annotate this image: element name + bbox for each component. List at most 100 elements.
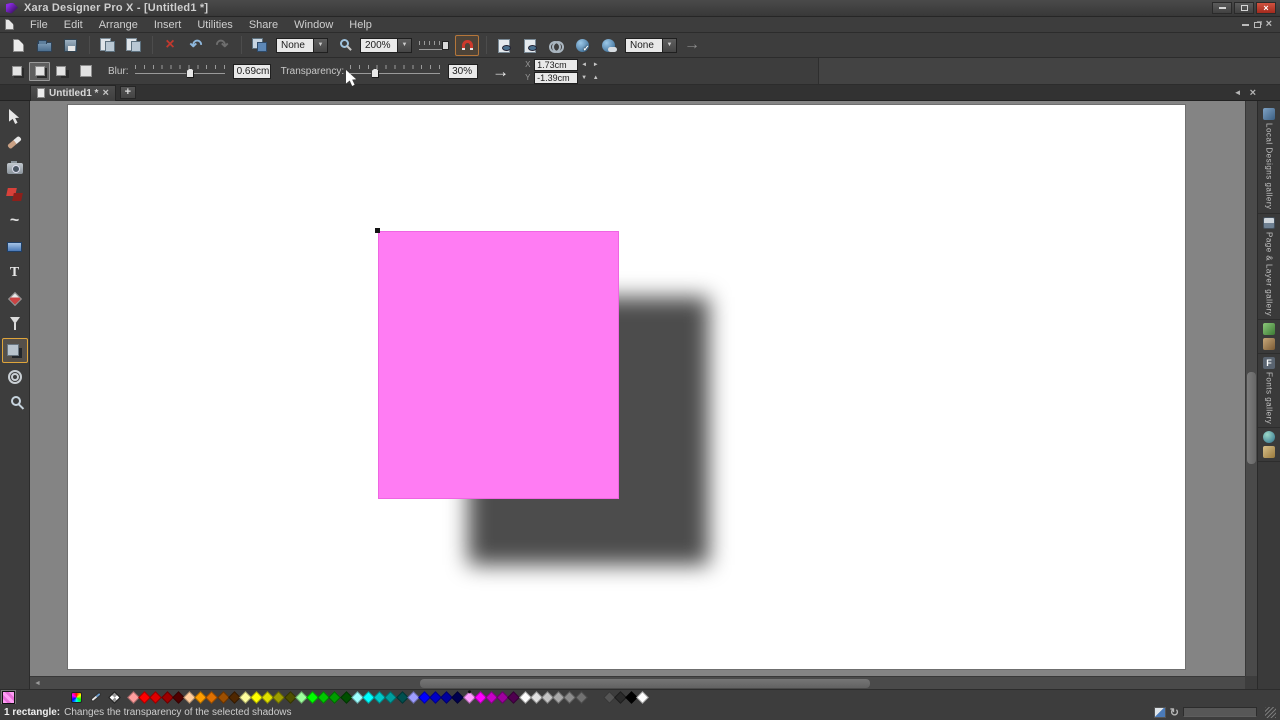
- contour-tool[interactable]: [2, 364, 28, 389]
- page-layer-gallery-icon: [1263, 217, 1275, 229]
- zoom-tool[interactable]: [2, 390, 28, 415]
- shape-tool[interactable]: [2, 182, 28, 207]
- web-publish-button[interactable]: [596, 35, 620, 56]
- new-document-button[interactable]: [6, 35, 30, 56]
- shadow-tool[interactable]: [2, 338, 28, 363]
- no-shadow-button[interactable]: [6, 62, 27, 81]
- tabbar-close-icon[interactable]: ×: [1250, 87, 1256, 99]
- transparency-tool[interactable]: [2, 312, 28, 337]
- shape-editor-tool[interactable]: ~: [2, 208, 28, 233]
- paint-tool[interactable]: [2, 130, 28, 155]
- doc-minimize-icon[interactable]: [1242, 24, 1249, 26]
- no-color-swatch[interactable]: [108, 691, 121, 704]
- color-picker-icon[interactable]: [90, 692, 102, 703]
- line-width-combo[interactable]: None ▼: [276, 38, 328, 53]
- blur-slider[interactable]: [135, 63, 225, 79]
- transparency-slider[interactable]: [350, 63, 440, 79]
- horizontal-scrollbar[interactable]: ◄: [30, 676, 1245, 689]
- menu-items: FileEditArrangeInsertUtilitiesShareWindo…: [22, 19, 380, 31]
- selection-handle[interactable]: [375, 228, 380, 233]
- magnet-icon: [462, 40, 473, 50]
- blur-value-field[interactable]: 0.69cm: [233, 64, 271, 79]
- redo-button[interactable]: ↷: [210, 35, 234, 56]
- menu-item[interactable]: Window: [286, 19, 341, 31]
- hyperlink-button[interactable]: [544, 35, 568, 56]
- rectangle-tool[interactable]: [2, 234, 28, 259]
- horizontal-scrollbar-thumb[interactable]: [420, 679, 870, 688]
- maximize-button[interactable]: [1234, 2, 1254, 14]
- blur-slider-handle[interactable]: [186, 68, 194, 78]
- floor-shadow-button[interactable]: [52, 62, 73, 81]
- y-offset-field[interactable]: -1.39cm: [534, 72, 578, 84]
- y-offset-spinner[interactable]: ▼ ▲: [581, 75, 601, 81]
- local-designs-gallery-tab[interactable]: Local Designs gallery: [1258, 105, 1280, 214]
- selector-tool[interactable]: [2, 104, 28, 129]
- preview-button[interactable]: [518, 35, 542, 56]
- current-fill-swatch[interactable]: [2, 691, 15, 704]
- go-button[interactable]: →: [680, 35, 704, 56]
- glow-shadow-button[interactable]: [75, 62, 96, 81]
- open-button[interactable]: [32, 35, 56, 56]
- solid-view-button[interactable]: [492, 35, 516, 56]
- zoom-level-combo[interactable]: 200% ▼: [360, 38, 412, 53]
- save-button[interactable]: [58, 35, 82, 56]
- zoom-level-value[interactable]: 200%: [360, 38, 398, 53]
- new-tab-button[interactable]: +: [120, 86, 136, 99]
- export-preset-combo[interactable]: None ▼: [625, 38, 677, 53]
- menu-item[interactable]: Utilities: [189, 19, 240, 31]
- feather-control[interactable]: [415, 35, 453, 56]
- pink-rectangle-object[interactable]: [378, 231, 619, 499]
- no-shadow-icon: [12, 66, 22, 76]
- fonts-gallery-tab[interactable]: F Fonts gallery: [1258, 354, 1280, 428]
- tab-close-icon[interactable]: ×: [102, 88, 108, 99]
- fill-gallery-tab[interactable]: [1258, 428, 1280, 462]
- wall-shadow-button[interactable]: [29, 62, 50, 81]
- menu-item[interactable]: Share: [241, 19, 286, 31]
- transparency-value-field[interactable]: 30%: [448, 64, 478, 79]
- color-swatch[interactable]: [636, 691, 649, 704]
- chevron-down-icon[interactable]: ▼: [314, 38, 328, 53]
- line-width-value[interactable]: None: [276, 38, 314, 53]
- menu-item[interactable]: File: [22, 19, 56, 31]
- transparency-slider-handle[interactable]: [371, 68, 379, 78]
- scroll-left-icon[interactable]: ◄: [34, 680, 41, 687]
- x-offset-field[interactable]: 1.73cm: [534, 59, 578, 71]
- x-offset-spinner[interactable]: ◄ ►: [581, 62, 601, 68]
- web-check-button[interactable]: ✓: [570, 35, 594, 56]
- export-button[interactable]: [121, 35, 145, 56]
- chevron-down-icon[interactable]: ▼: [398, 38, 412, 53]
- rotate-icon[interactable]: ↻: [1170, 706, 1179, 719]
- document-tab[interactable]: Untitled1 * ×: [30, 85, 116, 101]
- menu-item[interactable]: Help: [341, 19, 380, 31]
- page-layer-gallery-tab[interactable]: Page & Layer gallery: [1258, 214, 1280, 320]
- photo-tool[interactable]: [2, 156, 28, 181]
- menu-item[interactable]: Edit: [56, 19, 91, 31]
- chevron-down-icon[interactable]: ▼: [663, 38, 677, 53]
- transform-button[interactable]: [247, 35, 271, 56]
- page-flag-icon[interactable]: [1154, 707, 1166, 718]
- resize-grip-icon[interactable]: [1265, 707, 1276, 718]
- zoom-tool-button[interactable]: [331, 35, 355, 56]
- snap-to-objects-button[interactable]: [455, 35, 479, 56]
- vertical-scrollbar-thumb[interactable]: [1247, 372, 1256, 464]
- menu-item[interactable]: Arrange: [91, 19, 146, 31]
- export-preset-value[interactable]: None: [625, 38, 663, 53]
- menu-item[interactable]: Insert: [146, 19, 190, 31]
- vertical-scrollbar[interactable]: [1245, 101, 1257, 676]
- minimize-button[interactable]: [1212, 2, 1232, 14]
- delete-button[interactable]: ×: [158, 35, 182, 56]
- copy-shadow-button[interactable]: →: [492, 63, 509, 80]
- color-swatch[interactable]: [575, 691, 588, 704]
- doc-close-icon[interactable]: ×: [1266, 19, 1272, 30]
- document-eye-icon: [524, 39, 537, 52]
- tab-scroll-icon[interactable]: ◄: [1234, 88, 1242, 97]
- import-button[interactable]: [95, 35, 119, 56]
- fill-tool[interactable]: [2, 286, 28, 311]
- text-tool[interactable]: T: [2, 260, 28, 285]
- transform-icon: [252, 38, 267, 52]
- color-editor-icon[interactable]: [71, 692, 82, 703]
- undo-button[interactable]: ↶: [184, 35, 208, 56]
- bitmap-gallery-tab[interactable]: [1258, 320, 1280, 354]
- close-button[interactable]: ×: [1256, 2, 1276, 14]
- doc-restore-icon[interactable]: [1254, 22, 1261, 28]
